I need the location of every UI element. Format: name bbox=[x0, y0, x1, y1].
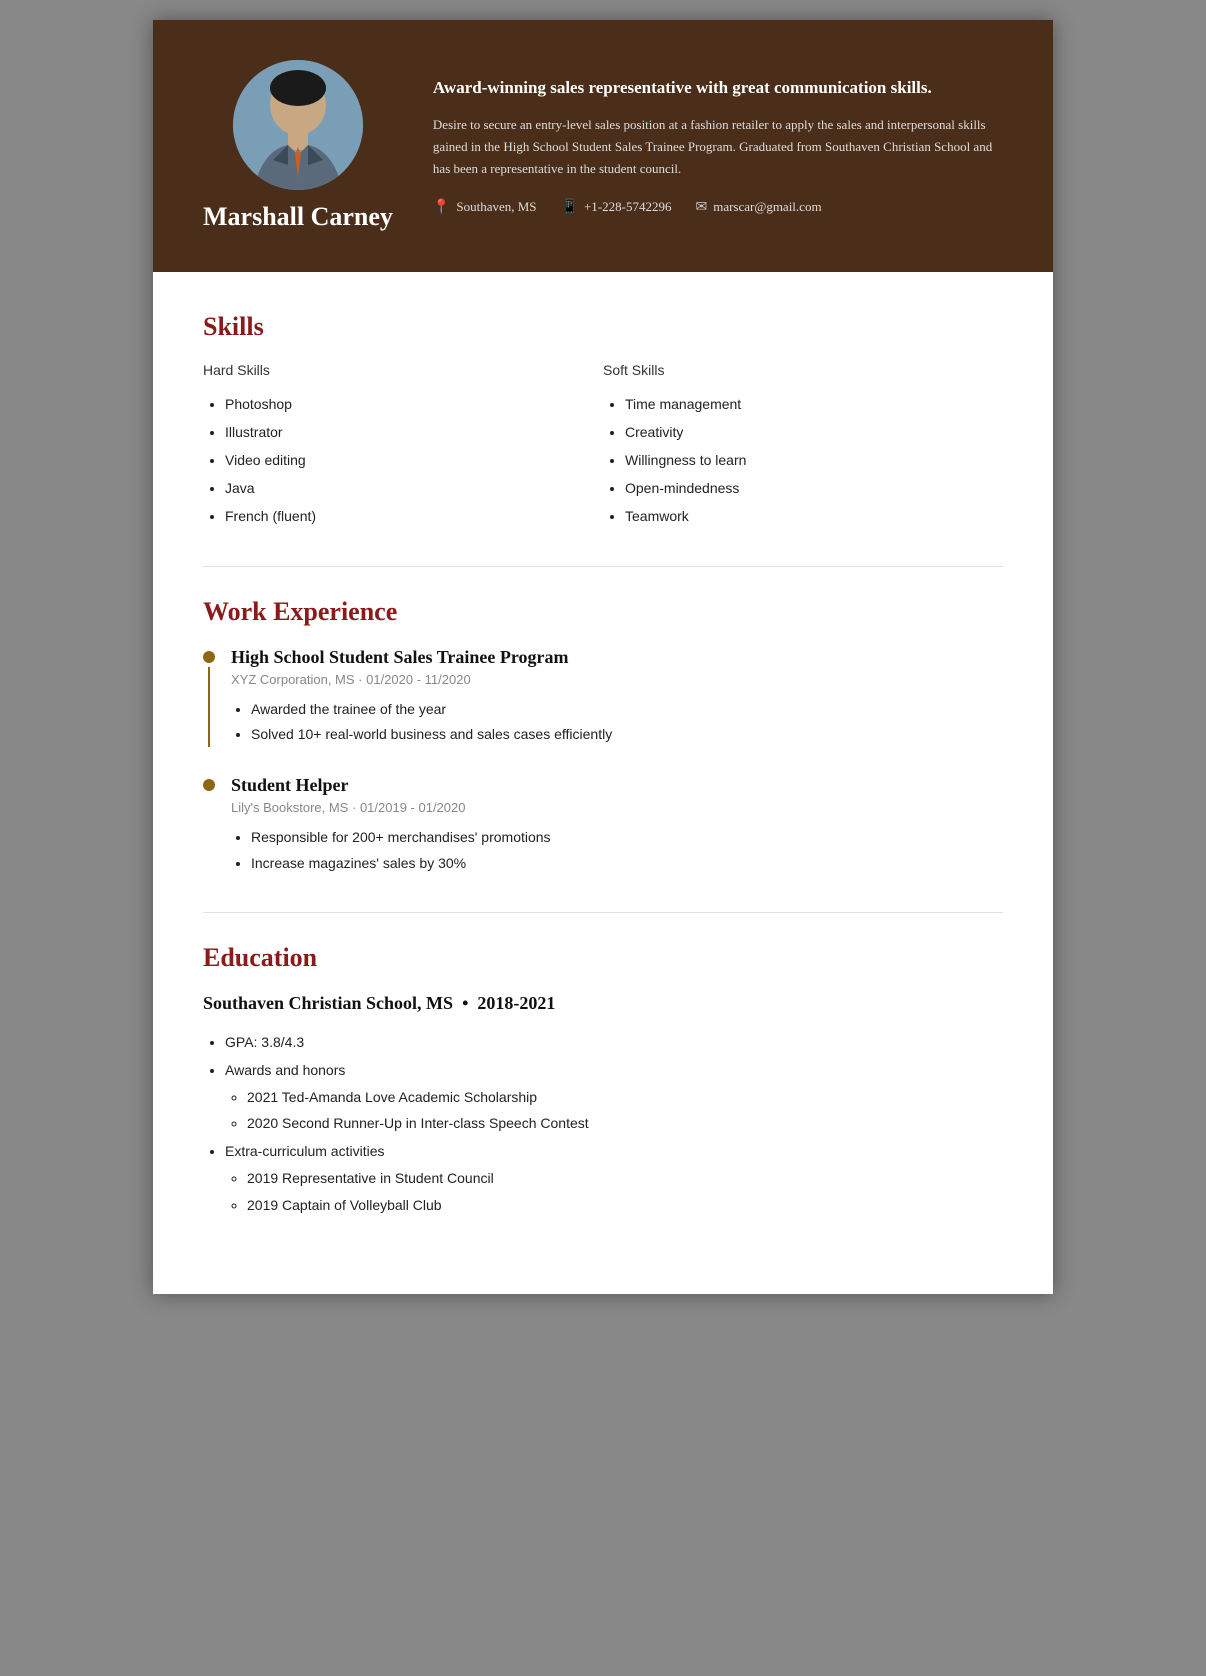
skills-section: Skills Hard Skills Photoshop Illustrator… bbox=[203, 312, 1003, 530]
list-item: Increase magazines' sales by 30% bbox=[251, 851, 1003, 876]
activities-item: Extra-curriculum activities 2019 Represe… bbox=[225, 1137, 1003, 1218]
job-company-2: Lily's Bookstore, MS bbox=[231, 800, 348, 815]
list-item: Open-mindedness bbox=[625, 474, 1003, 502]
header-section: Marshall Carney Award-winning sales repr… bbox=[153, 20, 1053, 272]
job-meta-1: XYZ Corporation, MS · 01/2020 - 11/2020 bbox=[231, 672, 1003, 687]
list-item: Creativity bbox=[625, 418, 1003, 446]
summary: Desire to secure an entry-level sales po… bbox=[433, 114, 1003, 180]
hard-skills-col: Hard Skills Photoshop Illustrator Video … bbox=[203, 362, 603, 530]
work-content-2: Student Helper Lily's Bookstore, MS · 01… bbox=[231, 775, 1003, 875]
job-dates-2: 01/2019 - 01/2020 bbox=[360, 800, 466, 815]
contact-phone: 📱 +1-228-5742296 bbox=[561, 199, 672, 216]
list-item: 2019 Captain of Volleyball Club bbox=[247, 1192, 1003, 1219]
list-item: Willingness to learn bbox=[625, 446, 1003, 474]
list-item: French (fluent) bbox=[225, 502, 603, 530]
timeline-dot bbox=[203, 651, 215, 663]
contact-email: ✉ marscar@gmail.com bbox=[695, 199, 821, 216]
awards-sublist: 2021 Ted-Amanda Love Academic Scholarshi… bbox=[225, 1084, 1003, 1137]
email-icon: ✉ bbox=[695, 199, 707, 216]
list-item: Java bbox=[225, 474, 603, 502]
divider bbox=[203, 566, 1003, 567]
work-item-1: High School Student Sales Trainee Progra… bbox=[203, 647, 1003, 747]
timeline-2 bbox=[203, 775, 215, 875]
list-item: Illustrator bbox=[225, 418, 603, 446]
list-item: 2021 Ted-Amanda Love Academic Scholarshi… bbox=[247, 1084, 1003, 1111]
body-section: Skills Hard Skills Photoshop Illustrator… bbox=[153, 272, 1053, 1294]
job-title-1: High School Student Sales Trainee Progra… bbox=[231, 647, 1003, 668]
job-title-2: Student Helper bbox=[231, 775, 1003, 796]
list-item: 2020 Second Runner-Up in Inter-class Spe… bbox=[247, 1110, 1003, 1137]
job-meta-2: Lily's Bookstore, MS · 01/2019 - 01/2020 bbox=[231, 800, 1003, 815]
job-dates-1: 01/2020 - 11/2020 bbox=[366, 672, 471, 687]
list-item: Solved 10+ real-world business and sales… bbox=[251, 722, 1003, 747]
job-company-1: XYZ Corporation, MS bbox=[231, 672, 355, 687]
email-text: marscar@gmail.com bbox=[713, 199, 821, 215]
soft-skills-list: Time management Creativity Willingness t… bbox=[603, 390, 1003, 530]
education-list: GPA: 3.8/4.3 Awards and honors 2021 Ted-… bbox=[203, 1028, 1003, 1218]
school-text: Southaven Christian School, MS bbox=[203, 993, 453, 1013]
hard-skills-label: Hard Skills bbox=[203, 362, 603, 378]
skills-grid: Hard Skills Photoshop Illustrator Video … bbox=[203, 362, 1003, 530]
work-content-1: High School Student Sales Trainee Progra… bbox=[231, 647, 1003, 747]
awards-item: Awards and honors 2021 Ted-Amanda Love A… bbox=[225, 1056, 1003, 1137]
job-separator-2: · bbox=[352, 800, 360, 815]
list-item: Photoshop bbox=[225, 390, 603, 418]
avatar bbox=[233, 60, 363, 190]
list-item: Responsible for 200+ merchandises' promo… bbox=[251, 825, 1003, 850]
avatar-section: Marshall Carney bbox=[203, 60, 393, 232]
resume-container: Marshall Carney Award-winning sales repr… bbox=[153, 20, 1053, 1294]
list-item: 2019 Representative in Student Council bbox=[247, 1165, 1003, 1192]
contact-row: 📍 Southaven, MS 📱 +1-228-5742296 ✉ marsc… bbox=[433, 199, 1003, 216]
list-item: Time management bbox=[625, 390, 1003, 418]
timeline-dot bbox=[203, 779, 215, 791]
phone-text: +1-228-5742296 bbox=[584, 199, 672, 215]
list-item: Teamwork bbox=[625, 502, 1003, 530]
school-years: 2018-2021 bbox=[477, 993, 555, 1013]
candidate-name: Marshall Carney bbox=[203, 202, 393, 232]
activities-label: Extra-curriculum activities bbox=[225, 1143, 384, 1159]
education-title: Education bbox=[203, 943, 1003, 973]
work-experience-section: Work Experience High School Student Sale… bbox=[203, 597, 1003, 876]
school-separator: • bbox=[458, 993, 478, 1013]
soft-skills-col: Soft Skills Time management Creativity W… bbox=[603, 362, 1003, 530]
awards-label: Awards and honors bbox=[225, 1062, 345, 1078]
soft-skills-label: Soft Skills bbox=[603, 362, 1003, 378]
phone-icon: 📱 bbox=[561, 199, 578, 216]
job-bullets-2: Responsible for 200+ merchandises' promo… bbox=[231, 825, 1003, 875]
education-section: Education Southaven Christian School, MS… bbox=[203, 943, 1003, 1218]
list-item: Video editing bbox=[225, 446, 603, 474]
school-name: Southaven Christian School, MS • 2018-20… bbox=[203, 993, 1003, 1014]
timeline-1 bbox=[203, 647, 215, 747]
hard-skills-list: Photoshop Illustrator Video editing Java… bbox=[203, 390, 603, 530]
tagline: Award-winning sales representative with … bbox=[433, 76, 1003, 100]
timeline-line bbox=[208, 667, 210, 747]
work-experience-title: Work Experience bbox=[203, 597, 1003, 627]
gpa-item: GPA: 3.8/4.3 bbox=[225, 1028, 1003, 1056]
location-text: Southaven, MS bbox=[456, 199, 536, 215]
skills-title: Skills bbox=[203, 312, 1003, 342]
list-item: Awarded the trainee of the year bbox=[251, 697, 1003, 722]
divider bbox=[203, 912, 1003, 913]
work-item-2: Student Helper Lily's Bookstore, MS · 01… bbox=[203, 775, 1003, 875]
location-icon: 📍 bbox=[433, 199, 450, 216]
header-right: Award-winning sales representative with … bbox=[433, 76, 1003, 215]
contact-location: 📍 Southaven, MS bbox=[433, 199, 537, 216]
job-bullets-1: Awarded the trainee of the year Solved 1… bbox=[231, 697, 1003, 747]
activities-sublist: 2019 Representative in Student Council 2… bbox=[225, 1165, 1003, 1218]
job-separator-1: · bbox=[358, 672, 366, 687]
